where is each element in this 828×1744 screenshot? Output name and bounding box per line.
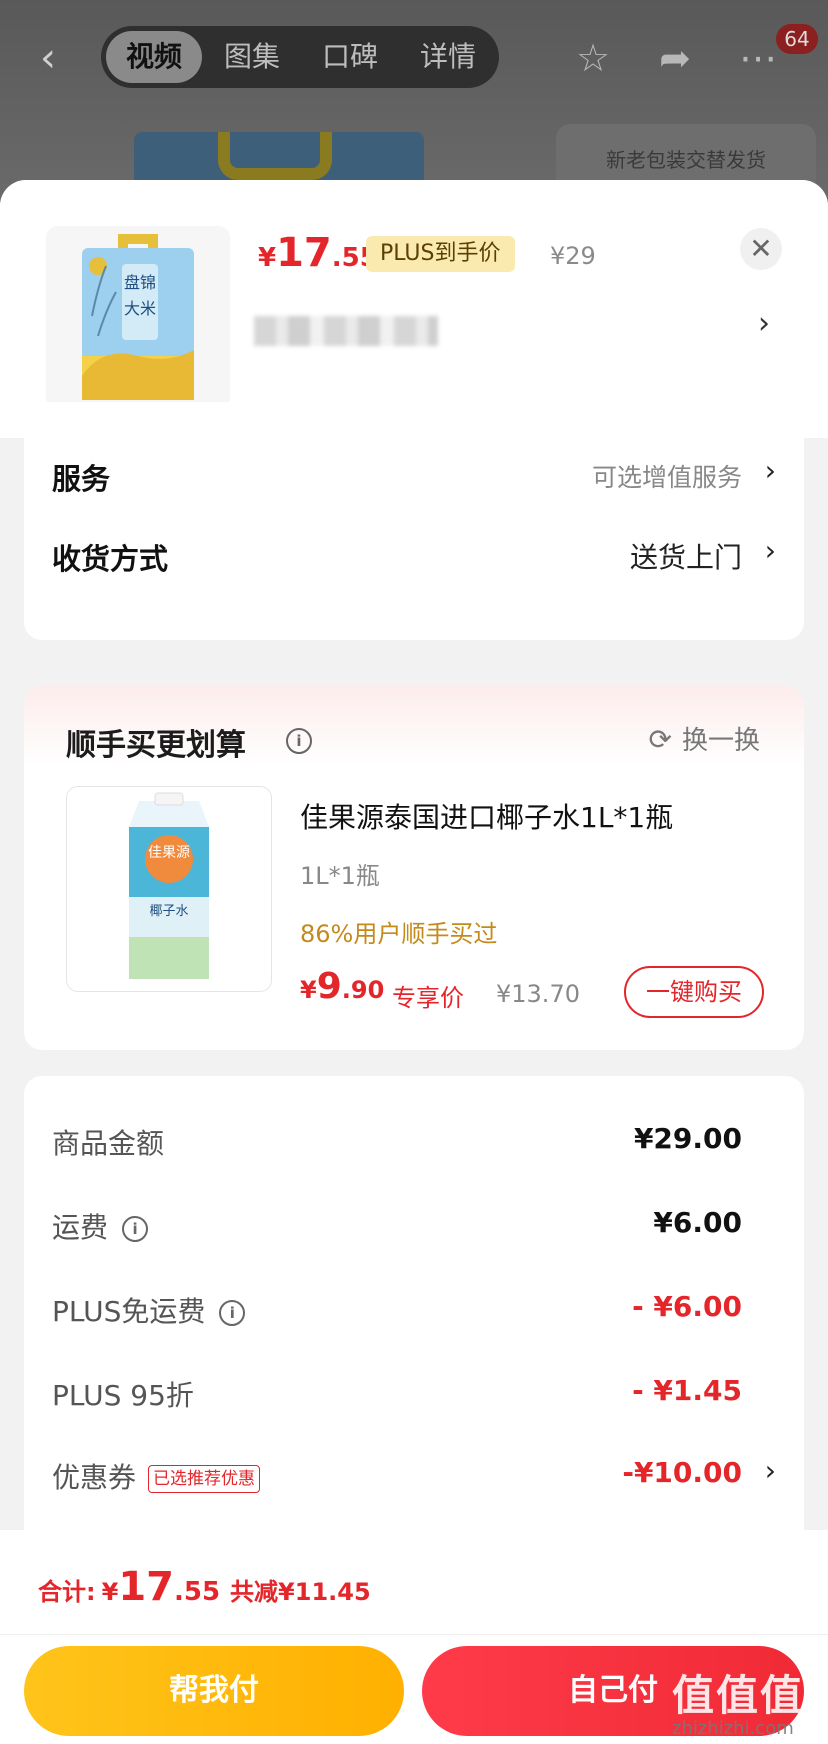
plus-free-shipping-label: PLUS免运费 <box>52 1295 206 1328</box>
tab-details[interactable]: 详情 <box>400 31 496 83</box>
exclusive-price-label: 专享价 <box>392 984 464 1012</box>
plus-price-tag: PLUS到手价 <box>366 236 515 272</box>
upsell-bought-stat: 86%用户顺手买过 <box>300 920 498 948</box>
total-label: 合计: <box>38 1578 96 1606</box>
total-decimal: .55 <box>173 1577 221 1607</box>
delivery-label: 收货方式 <box>52 542 169 576</box>
tab-gallery[interactable]: 图集 <box>204 31 300 83</box>
divider <box>0 1634 828 1635</box>
delivery-value: 送货上门 <box>629 541 742 574</box>
options-card: 服务 可选增值服务 › 收货方式 送货上门 › <box>24 402 804 640</box>
favorite-star-icon[interactable]: ☆ <box>569 34 617 82</box>
summary-value: -¥10.00 <box>622 1456 742 1489</box>
upsell-title: 顺手买更划算 <box>66 728 246 763</box>
more-icon[interactable]: ⋯ <box>734 34 782 82</box>
swap-button[interactable]: ⟳ 换一换 <box>649 720 760 757</box>
chevron-right-icon[interactable]: › <box>758 306 770 341</box>
summary-label: 运费 i <box>52 1206 149 1246</box>
watermark-url: zhizhizhi.com <box>672 1718 794 1739</box>
summary-row-plus-free-shipping: PLUS免运费 i - ¥6.00 <box>52 1284 776 1334</box>
tab-video[interactable]: 视频 <box>106 31 202 83</box>
total-saved: 共减¥11.45 <box>230 1578 371 1606</box>
service-row[interactable]: 服务 可选增值服务 › <box>52 444 776 504</box>
summary-label: PLUS 95折 <box>52 1379 194 1412</box>
package-text-1: 盘锦 <box>124 273 156 292</box>
summary-value: ¥6.00 <box>653 1206 742 1239</box>
rice-bag-image: 盘锦 大米 <box>46 226 230 410</box>
blurred-selection-text <box>254 316 438 346</box>
upsell-price: ¥9.90 <box>300 966 384 1007</box>
upsell-original-price: ¥13.70 <box>496 980 580 1008</box>
tab-reviews[interactable]: 口碑 <box>302 31 398 83</box>
shipping-label: 运费 <box>52 1211 109 1244</box>
summary-value: - ¥1.45 <box>632 1374 742 1407</box>
one-click-buy-button[interactable]: 一键购买 <box>624 966 764 1018</box>
service-value: 可选增值服务 <box>591 463 742 492</box>
package-text-2: 大米 <box>124 299 156 318</box>
price-integer: 17 <box>276 230 332 276</box>
upsell-price-yen: ¥ <box>300 976 317 1004</box>
info-icon[interactable]: i <box>286 728 312 754</box>
help-me-pay-button[interactable]: 帮我付 <box>24 1646 404 1736</box>
product-thumbnail: 盘锦 大米 <box>46 226 230 410</box>
share-icon[interactable]: ➦ <box>651 34 699 82</box>
chevron-right-icon: › <box>764 534 776 567</box>
service-label: 服务 <box>52 462 111 496</box>
close-icon[interactable]: ✕ <box>740 228 782 270</box>
upsell-card: 顺手买更划算 i ⟳ 换一换 佳果源 椰子水 佳果源泰国进口椰子水1L*1瓶 1L… <box>24 686 804 1050</box>
upsell-price-int: 9 <box>316 966 342 1007</box>
coconut-water-thumbnail[interactable]: 佳果源 椰子水 <box>66 786 272 992</box>
product-header: 盘锦 大米 ¥17.55 PLUS到手价 ¥29 ✕ › <box>0 180 828 438</box>
original-price: ¥29 <box>550 242 596 270</box>
total-line: 合计: ¥17.55 共减¥11.45 <box>38 1564 371 1610</box>
summary-row-coupon[interactable]: 优惠券 已选推荐优惠 -¥10.00 › <box>52 1450 776 1500</box>
chevron-right-icon: › <box>764 1454 776 1487</box>
summary-value: ¥29.00 <box>633 1122 742 1155</box>
coconut-water-image: 佳果源 椰子水 <box>67 787 271 991</box>
price-summary-card: 商品金额 ¥29.00 运费 i ¥6.00 PLUS免运费 i - ¥6.00 P… <box>24 1076 804 1576</box>
summary-value: - ¥6.00 <box>632 1290 742 1323</box>
product-price: ¥17.55 <box>258 230 378 276</box>
total-yen: ¥ <box>101 1578 119 1606</box>
background-card-text: 新老包装交替发货 <box>606 148 766 172</box>
coupon-recommended-tag: 已选推荐优惠 <box>148 1465 261 1493</box>
upsell-item-name[interactable]: 佳果源泰国进口椰子水1L*1瓶 <box>300 796 673 836</box>
watermark-logo: 值值值 <box>672 1671 805 1720</box>
total-integer: 17 <box>118 1564 174 1610</box>
info-icon[interactable]: i <box>122 1216 149 1242</box>
swap-label: 换一换 <box>681 726 760 756</box>
package-label: 椰子水 <box>149 904 188 919</box>
checkout-sheet: 盘锦 大米 ¥17.55 PLUS到手价 ¥29 ✕ › 服务 可选增值服务 ›… <box>0 180 828 1744</box>
refresh-icon: ⟳ <box>648 723 672 756</box>
summary-row-shipping: 运费 i ¥6.00 <box>52 1200 776 1250</box>
info-icon[interactable]: i <box>219 1300 246 1326</box>
price-yen: ¥ <box>258 243 277 273</box>
back-arrow-icon[interactable]: ‹ <box>40 38 76 78</box>
delivery-row[interactable]: 收货方式 送货上门 › <box>52 524 776 584</box>
summary-row-plus-discount: PLUS 95折 - ¥1.45 <box>52 1368 776 1418</box>
background-bag-handle <box>218 132 332 180</box>
summary-label: 商品金额 <box>52 1127 165 1160</box>
summary-label: 优惠券 已选推荐优惠 <box>52 1456 261 1496</box>
upsell-item-spec: 1L*1瓶 <box>300 862 380 890</box>
summary-label: PLUS免运费 i <box>52 1290 246 1330</box>
chevron-right-icon: › <box>764 454 776 487</box>
media-tabs: 视频 图集 口碑 详情 <box>101 26 499 88</box>
notification-badge: 64 <box>776 24 818 54</box>
summary-row-goods: 商品金额 ¥29.00 <box>52 1116 776 1166</box>
upsell-price-dec: .90 <box>341 976 385 1004</box>
coupon-label: 优惠券 <box>52 1461 137 1494</box>
package-brand: 佳果源 <box>148 845 190 861</box>
